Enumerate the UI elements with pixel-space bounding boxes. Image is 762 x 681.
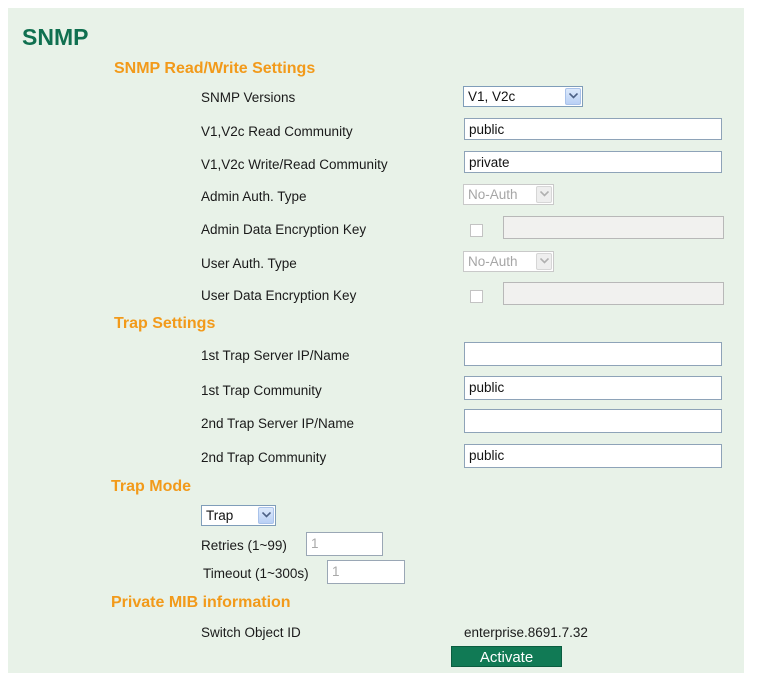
admin-auth-type-select[interactable]: No-Auth — [463, 184, 554, 205]
switch-object-id-value: enterprise.8691.7.32 — [464, 625, 588, 640]
admin-key-input[interactable] — [503, 216, 724, 239]
user-key-label: User Data Encryption Key — [201, 288, 357, 303]
snmp-versions-select[interactable]: V1, V2c — [463, 86, 583, 107]
timeout-label: Timeout (1~300s) — [203, 566, 309, 581]
admin-auth-type-label: Admin Auth. Type — [201, 189, 307, 204]
user-auth-type-select[interactable]: No-Auth — [463, 251, 554, 272]
section-heading-read-write: SNMP Read/Write Settings — [114, 60, 316, 77]
chevron-down-icon — [536, 253, 552, 270]
admin-key-checkbox[interactable] — [470, 224, 483, 237]
trap1-server-input[interactable] — [464, 342, 722, 366]
timeout-input[interactable]: 1 — [327, 560, 405, 584]
trap-mode-select[interactable]: Trap — [201, 505, 276, 526]
user-key-checkbox[interactable] — [470, 290, 483, 303]
chevron-down-icon — [258, 507, 274, 524]
section-heading-private-mib: Private MIB information — [111, 594, 291, 611]
trap2-server-input[interactable] — [464, 409, 722, 433]
retries-label: Retries (1~99) — [201, 538, 287, 553]
snmp-versions-label: SNMP Versions — [201, 90, 296, 105]
user-key-input[interactable] — [503, 282, 724, 305]
write-community-label: V1,V2c Write/Read Community — [201, 157, 388, 172]
admin-key-label: Admin Data Encryption Key — [201, 222, 367, 237]
admin-auth-type-value: No-Auth — [468, 187, 518, 202]
retries-input[interactable]: 1 — [306, 532, 383, 556]
chevron-down-icon — [565, 88, 581, 105]
write-community-input[interactable]: private — [464, 151, 722, 173]
trap1-community-input[interactable]: public — [464, 376, 722, 400]
trap2-server-label: 2nd Trap Server IP/Name — [201, 416, 355, 431]
switch-object-id-label: Switch Object ID — [201, 625, 301, 640]
trap1-community-label: 1st Trap Community — [201, 383, 322, 398]
chevron-down-icon — [536, 186, 552, 203]
trap2-community-label: 2nd Trap Community — [201, 450, 327, 465]
trap1-server-label: 1st Trap Server IP/Name — [201, 348, 350, 363]
section-heading-trap-settings: Trap Settings — [114, 315, 216, 332]
user-auth-type-value: No-Auth — [468, 254, 518, 269]
read-community-input[interactable]: public — [464, 118, 722, 140]
user-auth-type-label: User Auth. Type — [201, 256, 297, 271]
snmp-settings-panel: SNMP SNMP Read/Write Settings SNMP Versi… — [8, 8, 744, 673]
snmp-versions-value: V1, V2c — [468, 89, 516, 104]
section-heading-trap-mode: Trap Mode — [111, 478, 192, 495]
trap-mode-value: Trap — [206, 508, 234, 523]
trap2-community-input[interactable]: public — [464, 444, 722, 468]
page-title: SNMP — [22, 24, 89, 50]
read-community-label: V1,V2c Read Community — [201, 124, 353, 139]
activate-button[interactable]: Activate — [451, 646, 562, 667]
